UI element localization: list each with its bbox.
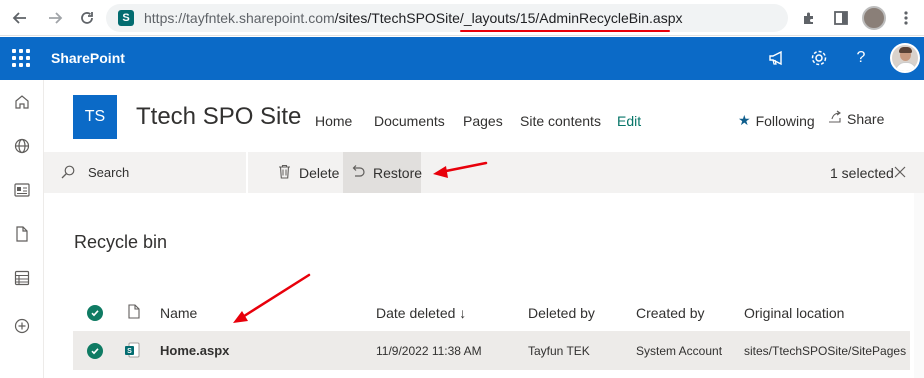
suite-title[interactable]: SharePoint [51, 50, 125, 66]
cell-deleted-by: Tayfun TEK [528, 344, 590, 358]
settings-icon[interactable] [809, 48, 829, 68]
site-info-icon[interactable]: S [118, 10, 134, 26]
user-avatar[interactable] [890, 43, 920, 73]
share-icon [828, 110, 842, 127]
browser-toolbar: S https://tayfntek.sharepoint.com/sites/… [0, 0, 924, 36]
scrollbar-track[interactable] [914, 193, 924, 378]
url-host: https://tayfntek.sharepoint.com [144, 10, 335, 26]
megaphone-icon[interactable] [767, 48, 787, 68]
search-placeholder: Search [88, 165, 130, 180]
globe-icon[interactable] [12, 136, 32, 156]
search-box[interactable]: Search [44, 152, 248, 193]
selection-count: 1 selected [830, 165, 894, 181]
row-checkbox[interactable] [87, 343, 103, 359]
trash-icon [278, 164, 291, 182]
cell-name[interactable]: Home.aspx [160, 343, 229, 358]
sitepage-file-icon: S [124, 342, 140, 363]
side-panel-icon[interactable] [831, 8, 851, 28]
cell-created-by: System Account [636, 344, 723, 358]
share-label: Share [847, 110, 885, 127]
delete-label: Delete [299, 164, 340, 181]
column-header-deleted-by[interactable]: Deleted by [528, 305, 595, 321]
column-header-date-deleted[interactable]: Date deleted ↓ [376, 305, 466, 321]
column-header-created-by[interactable]: Created by [636, 305, 704, 321]
add-icon[interactable] [12, 316, 32, 336]
help-icon[interactable]: ? [851, 48, 871, 68]
svg-text:S: S [127, 348, 132, 355]
column-header-name[interactable]: Name [160, 305, 197, 321]
app-launcher-icon[interactable] [10, 47, 32, 69]
address-bar[interactable]: S https://tayfntek.sharepoint.com/sites/… [106, 4, 788, 32]
site-title[interactable]: Ttech SPO Site [136, 103, 301, 131]
search-icon [61, 165, 75, 184]
site-header: TS Ttech SPO Site Home Documents Pages S… [44, 80, 924, 152]
restore-button[interactable]: Restore [343, 152, 423, 193]
url-annotation-underline [460, 30, 670, 32]
column-header-original-location[interactable]: Original location [744, 305, 844, 321]
share-button[interactable]: Share [828, 110, 884, 127]
url-path: /sites/TtechSPOSite/_layouts/15/AdminRec… [334, 10, 683, 26]
clear-selection-icon[interactable] [893, 165, 907, 184]
delete-button[interactable]: Delete [270, 152, 347, 193]
back-icon[interactable] [10, 8, 30, 28]
cell-date-deleted: 11/9/2022 11:38 AM [376, 344, 482, 358]
following-button[interactable]: ★ Following [738, 112, 815, 129]
profile-icon[interactable] [862, 6, 886, 30]
forward-icon[interactable] [45, 8, 65, 28]
table-row[interactable]: S Home.aspx 11/9/2022 11:38 AM Tayfun TE… [73, 331, 910, 370]
home-icon[interactable] [12, 92, 32, 112]
url-text: https://tayfntek.sharepoint.com/sites/Tt… [144, 10, 682, 26]
following-label: Following [755, 112, 815, 129]
nav-edit[interactable]: Edit [617, 113, 641, 129]
menu-icon[interactable] [896, 8, 916, 28]
suite-bar: SharePoint ? [0, 37, 924, 80]
nav-documents[interactable]: Documents [374, 113, 445, 129]
file-type-icon [128, 304, 140, 324]
nav-site-contents[interactable]: Site contents [520, 113, 601, 129]
left-rail [0, 80, 44, 378]
star-icon: ★ [738, 112, 751, 128]
nav-pages[interactable]: Pages [463, 113, 503, 129]
restore-icon [351, 164, 365, 181]
reload-icon[interactable] [77, 8, 97, 28]
page-heading: Recycle bin [74, 232, 168, 252]
extensions-icon[interactable] [799, 8, 819, 28]
site-logo[interactable]: TS [73, 95, 117, 139]
nav-home[interactable]: Home [315, 113, 352, 129]
list-icon[interactable] [12, 268, 32, 288]
restore-label: Restore [373, 164, 423, 181]
list-header: Name Date deleted ↓ Deleted by Created b… [73, 294, 910, 330]
document-icon[interactable] [12, 224, 32, 244]
cell-original-location: sites/TtechSPOSite/SitePages [744, 344, 907, 358]
news-icon[interactable] [12, 180, 32, 200]
select-all-checkbox[interactable] [87, 305, 103, 321]
command-bar: Search Delete Restore 1 selected [44, 152, 924, 193]
